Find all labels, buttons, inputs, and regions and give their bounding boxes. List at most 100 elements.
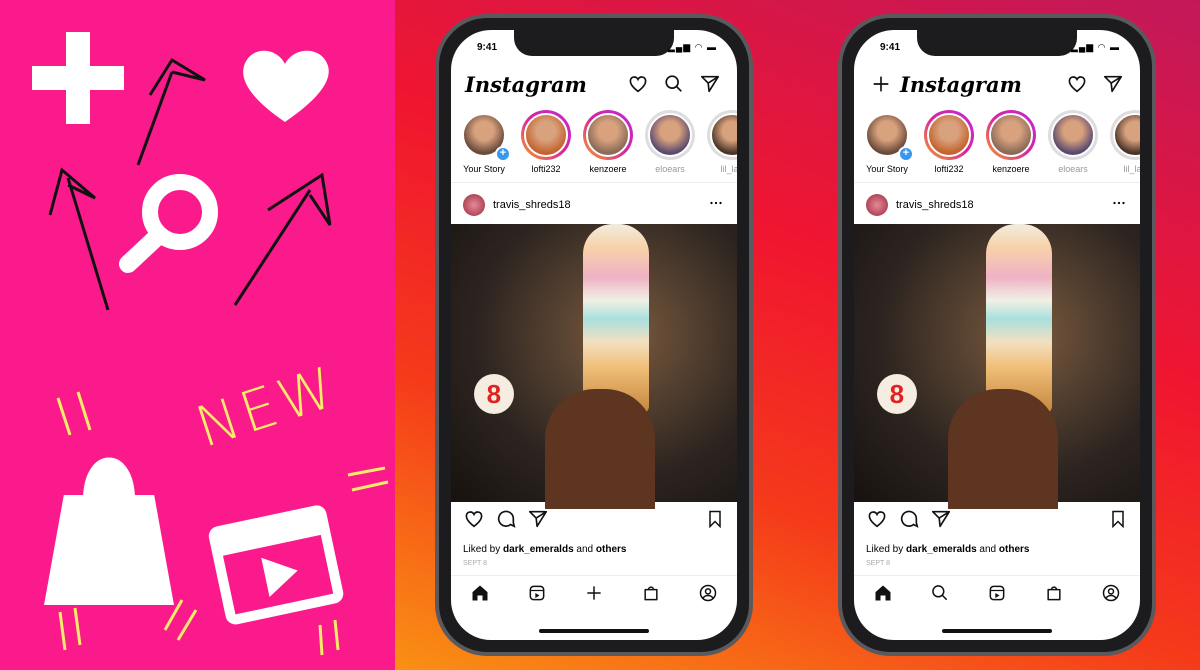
and-label: and bbox=[576, 544, 594, 555]
story-avatar bbox=[521, 110, 571, 160]
more-icon bbox=[710, 201, 722, 204]
story-avatar bbox=[924, 110, 974, 160]
nav-shop[interactable] bbox=[641, 583, 661, 608]
nav-reels[interactable] bbox=[987, 583, 1007, 608]
nav-reels[interactable] bbox=[527, 583, 547, 608]
save-button[interactable] bbox=[705, 509, 725, 534]
heart-button[interactable] bbox=[1064, 71, 1090, 97]
share-button[interactable] bbox=[930, 508, 952, 535]
post-date: SEPT 8 bbox=[866, 560, 890, 567]
others-link[interactable]: others bbox=[999, 544, 1030, 555]
post-photo[interactable]: 8 bbox=[854, 224, 1140, 509]
create-button[interactable] bbox=[868, 71, 894, 97]
status-icons: ▂▄▆ ◠ ▬ bbox=[667, 42, 717, 52]
status-icons: ▂▄▆ ◠ ▬ bbox=[1070, 42, 1120, 52]
search-button[interactable] bbox=[661, 71, 687, 97]
status-time: 9:41 bbox=[880, 42, 901, 53]
story-item[interactable]: eloears bbox=[643, 110, 697, 174]
nav-search[interactable] bbox=[930, 583, 950, 608]
like-button[interactable] bbox=[463, 508, 485, 535]
story-item[interactable]: + Your Story bbox=[457, 110, 511, 174]
nav-create[interactable] bbox=[584, 583, 604, 608]
post-username[interactable]: travis_shreds18 bbox=[493, 199, 707, 211]
story-avatar: + bbox=[459, 110, 511, 162]
add-story-icon[interactable]: + bbox=[898, 146, 914, 162]
home-icon bbox=[472, 585, 488, 601]
stories-row[interactable]: + Your Story lofti232 kenzoere eloears lil_la… bbox=[860, 110, 1140, 174]
story-item[interactable]: lil_lap bbox=[1108, 110, 1140, 174]
nav-profile[interactable] bbox=[698, 583, 718, 608]
story-label: lil_lap bbox=[720, 164, 737, 174]
story-item[interactable]: + Your Story bbox=[860, 110, 914, 174]
others-link[interactable]: others bbox=[596, 544, 627, 555]
post-avatar[interactable] bbox=[463, 194, 485, 216]
likes-text: Liked by dark_emeralds and others bbox=[463, 544, 626, 555]
direct-message-icon bbox=[700, 75, 720, 93]
comment-icon bbox=[900, 510, 919, 528]
story-label: Your Story bbox=[463, 164, 505, 174]
story-label: lofti232 bbox=[531, 164, 561, 174]
nav-home[interactable] bbox=[470, 583, 490, 608]
heart-icon bbox=[1068, 76, 1086, 93]
story-item[interactable]: eloears bbox=[1046, 110, 1100, 174]
heart-icon bbox=[629, 76, 647, 93]
more-icon bbox=[1113, 201, 1125, 204]
liked-user[interactable]: dark_emeralds bbox=[906, 544, 977, 555]
more-options-button[interactable] bbox=[707, 194, 725, 217]
more-options-button[interactable] bbox=[1110, 194, 1128, 217]
nav-shop[interactable] bbox=[1044, 583, 1064, 608]
story-avatar bbox=[583, 110, 633, 160]
stories-row[interactable]: + Your Story lofti232 kenzoere eloears lil_la… bbox=[457, 110, 737, 174]
story-item[interactable]: lofti232 bbox=[922, 110, 976, 174]
direct-message-button[interactable] bbox=[1100, 71, 1126, 97]
hand bbox=[545, 389, 656, 509]
notch bbox=[514, 30, 674, 56]
save-button[interactable] bbox=[1108, 509, 1128, 534]
story-item[interactable]: lil_lap bbox=[705, 110, 737, 174]
share-button[interactable] bbox=[527, 508, 549, 535]
ice-cream bbox=[985, 224, 1052, 414]
story-label: lofti232 bbox=[934, 164, 964, 174]
create-icon bbox=[873, 76, 889, 92]
shopping-bag-icon bbox=[44, 457, 174, 605]
liked-user[interactable]: dark_emeralds bbox=[503, 544, 574, 555]
story-item[interactable]: kenzoere bbox=[984, 110, 1038, 174]
divider bbox=[451, 182, 737, 183]
story-avatar bbox=[707, 110, 737, 160]
story-item[interactable]: kenzoere bbox=[581, 110, 635, 174]
story-avatar bbox=[986, 110, 1036, 160]
liked-by-label: Liked by bbox=[463, 544, 501, 555]
reels-icon bbox=[529, 585, 545, 601]
post-avatar[interactable] bbox=[866, 194, 888, 216]
post-actions bbox=[463, 510, 725, 532]
home-icon bbox=[875, 585, 891, 601]
add-story-icon[interactable]: + bbox=[495, 146, 511, 162]
home-indicator bbox=[539, 629, 649, 633]
comment-button[interactable] bbox=[898, 508, 920, 535]
nav-home[interactable] bbox=[873, 583, 893, 608]
heart-button[interactable] bbox=[625, 71, 651, 97]
sign-8: 8 bbox=[473, 374, 514, 414]
story-label: eloears bbox=[1058, 164, 1088, 174]
story-avatar bbox=[645, 110, 695, 160]
post-date: SEPT 8 bbox=[463, 560, 487, 567]
bottom-nav bbox=[451, 575, 737, 615]
direct-message-button[interactable] bbox=[697, 71, 723, 97]
nav-profile[interactable] bbox=[1101, 583, 1121, 608]
divider bbox=[854, 182, 1140, 183]
like-button[interactable] bbox=[866, 508, 888, 535]
create-icon bbox=[587, 586, 601, 600]
story-item[interactable]: lofti232 bbox=[519, 110, 573, 174]
story-label: kenzoere bbox=[992, 164, 1030, 174]
phone-mockup: 9:41 ▂▄▆ ◠ ▬ Instagram + Your Story lofti2… bbox=[435, 14, 753, 656]
post-photo[interactable]: 8 bbox=[451, 224, 737, 509]
comment-button[interactable] bbox=[495, 508, 517, 535]
app-logo: Instagram bbox=[465, 71, 587, 97]
heart-icon bbox=[868, 510, 886, 527]
post-username[interactable]: travis_shreds18 bbox=[896, 199, 1110, 211]
hand bbox=[948, 389, 1059, 509]
ice-cream bbox=[582, 224, 649, 414]
top-bar: Instagram bbox=[854, 66, 1140, 102]
post-header: travis_shreds18 bbox=[463, 190, 725, 220]
search-icon bbox=[665, 75, 682, 92]
